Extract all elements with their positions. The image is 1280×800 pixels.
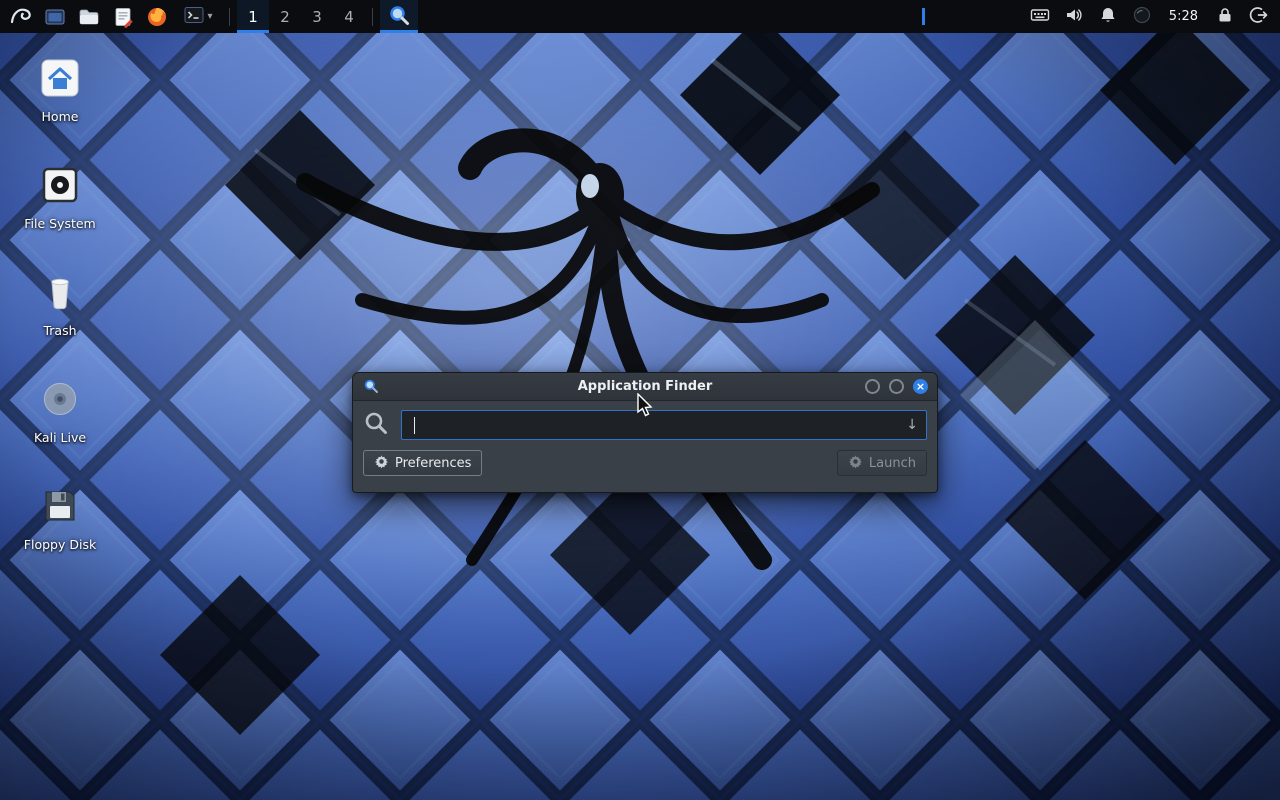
desktop-icon-home[interactable]: Home [5, 56, 115, 124]
launch-label: Launch [869, 456, 916, 471]
firefox-icon [146, 6, 168, 28]
desktop-icon-label: Floppy Disk [24, 538, 96, 552]
workspace-button-1[interactable]: 1 [237, 0, 269, 33]
keyboard-icon [1030, 5, 1050, 29]
workspace-button-3[interactable]: 3 [301, 0, 333, 33]
panel-blue-separator [922, 8, 925, 25]
desktop-icon-kali-live[interactable]: Kali Live [5, 377, 115, 445]
screen: Home File System Trash Kali Live Floppy [0, 0, 1280, 800]
floppy-icon [38, 484, 82, 532]
lock-icon [1216, 6, 1234, 28]
application-finder-window: Application Finder × ↓ [352, 372, 938, 493]
close-icon: × [916, 381, 925, 392]
volume-control[interactable] [1057, 0, 1091, 33]
launcher-terminal[interactable]: ▾ [174, 0, 222, 33]
desktop-icon-trash[interactable]: Trash [5, 270, 115, 338]
launcher-file-manager[interactable] [72, 0, 106, 33]
status-circle-icon [1132, 5, 1152, 29]
tray-status[interactable] [1125, 0, 1159, 33]
lock-screen-button[interactable] [1208, 0, 1242, 33]
top-panel: ▾ 1 2 3 4 [0, 0, 1280, 33]
panel-separator [229, 8, 230, 26]
logout-icon [1249, 5, 1269, 29]
text-editor-icon [112, 6, 134, 28]
window-icon [44, 6, 66, 28]
desktop-icon-label: Home [42, 110, 79, 124]
desktop-icon-label: Trash [43, 324, 76, 338]
launcher-firefox[interactable] [140, 0, 174, 33]
search-icon [363, 410, 389, 440]
text-caret [414, 417, 415, 434]
chevron-down-icon[interactable]: ▾ [207, 12, 212, 22]
workspace-button-2[interactable]: 2 [269, 0, 301, 33]
launch-button[interactable]: Launch [837, 450, 927, 476]
application-finder-icon [363, 378, 379, 398]
desktop-icon-label: Kali Live [34, 431, 86, 445]
disc-icon [38, 377, 82, 425]
search-input-wrap: ↓ [401, 410, 927, 440]
magnifier-icon [387, 3, 411, 31]
file-manager-icon [78, 6, 100, 28]
workspace-button-4[interactable]: 4 [333, 0, 365, 33]
maximize-button[interactable] [889, 379, 904, 394]
preferences-label: Preferences [395, 456, 471, 471]
home-icon [38, 56, 82, 104]
desktop-icon-floppy-disk[interactable]: Floppy Disk [5, 484, 115, 552]
terminal-icon [183, 4, 205, 30]
preferences-button[interactable]: Preferences [363, 450, 482, 476]
close-button[interactable]: × [913, 379, 928, 394]
panel-separator [372, 8, 373, 26]
mouse-cursor [636, 393, 654, 419]
clock[interactable]: 5:28 [1159, 0, 1208, 33]
volume-icon [1064, 5, 1084, 29]
launch-icon [848, 454, 863, 473]
search-input[interactable] [410, 418, 900, 433]
desktop-icon-file-system[interactable]: File System [5, 163, 115, 231]
notifications[interactable] [1091, 0, 1125, 33]
bell-icon [1098, 5, 1118, 29]
minimize-button[interactable] [865, 379, 880, 394]
gear-icon [374, 454, 389, 473]
desktop-icon-label: File System [24, 217, 96, 231]
file-system-icon [38, 163, 82, 211]
applications-menu-button[interactable] [4, 0, 38, 33]
kali-menu-icon [9, 5, 33, 29]
launcher-window[interactable] [38, 0, 72, 33]
taskbar-application-finder[interactable] [380, 0, 418, 33]
dropdown-arrow[interactable]: ↓ [906, 417, 918, 433]
keyboard-indicator[interactable] [1023, 0, 1057, 33]
trash-icon [38, 270, 82, 318]
logout-button[interactable] [1242, 0, 1276, 33]
panel-spacer [418, 0, 922, 33]
launcher-text-editor[interactable] [106, 0, 140, 33]
